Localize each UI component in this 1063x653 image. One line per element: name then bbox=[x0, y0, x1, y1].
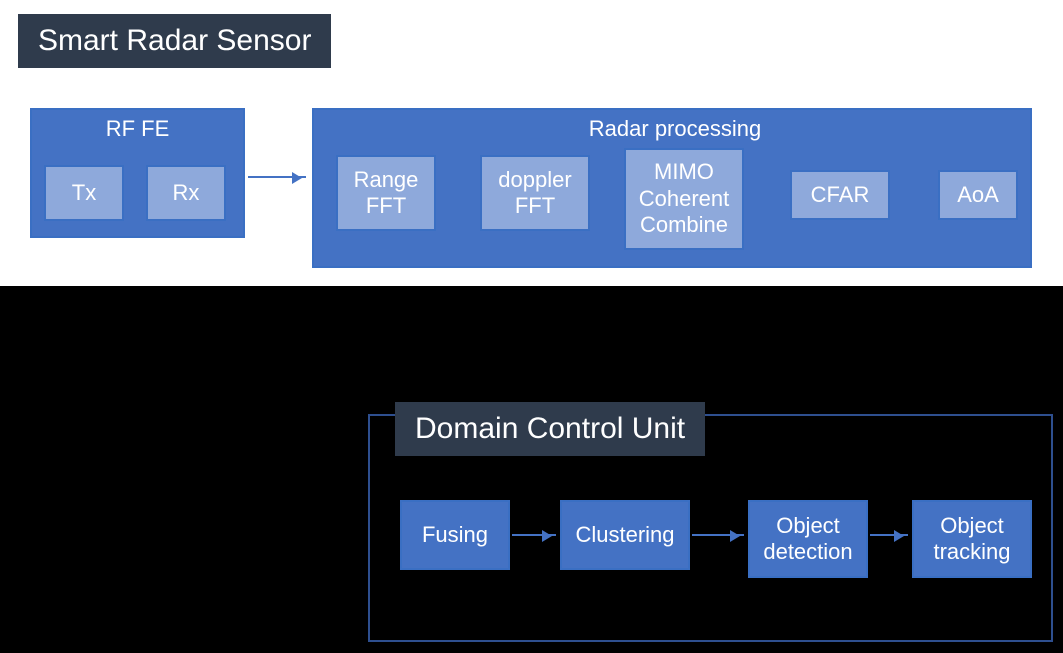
arrow-icon bbox=[692, 534, 744, 536]
arrow-icon bbox=[438, 192, 476, 194]
object-detection-block: Object detection bbox=[748, 500, 868, 578]
arrow-icon bbox=[746, 192, 786, 194]
arrow-icon bbox=[512, 534, 556, 536]
rf-fe-label: RF FE bbox=[30, 116, 245, 142]
rx-block: Rx bbox=[146, 165, 226, 221]
fusing-block: Fusing bbox=[400, 500, 510, 570]
aoa-block: AoA bbox=[938, 170, 1018, 220]
doppler-fft-block: doppler FFT bbox=[480, 155, 590, 231]
radar-processing-label: Radar processing bbox=[500, 116, 850, 142]
arrow-icon bbox=[870, 534, 908, 536]
arrow-icon bbox=[248, 176, 306, 178]
arrow-icon bbox=[892, 192, 934, 194]
title-smart-radar: Smart Radar Sensor bbox=[18, 14, 331, 68]
cfar-block: CFAR bbox=[790, 170, 890, 220]
tx-block: Tx bbox=[44, 165, 124, 221]
clustering-block: Clustering bbox=[560, 500, 690, 570]
arrow-icon bbox=[592, 192, 620, 194]
object-tracking-block: Object tracking bbox=[912, 500, 1032, 578]
title-domain-control: Domain Control Unit bbox=[395, 402, 705, 456]
mimo-block: MIMO Coherent Combine bbox=[624, 148, 744, 250]
range-fft-block: Range FFT bbox=[336, 155, 436, 231]
